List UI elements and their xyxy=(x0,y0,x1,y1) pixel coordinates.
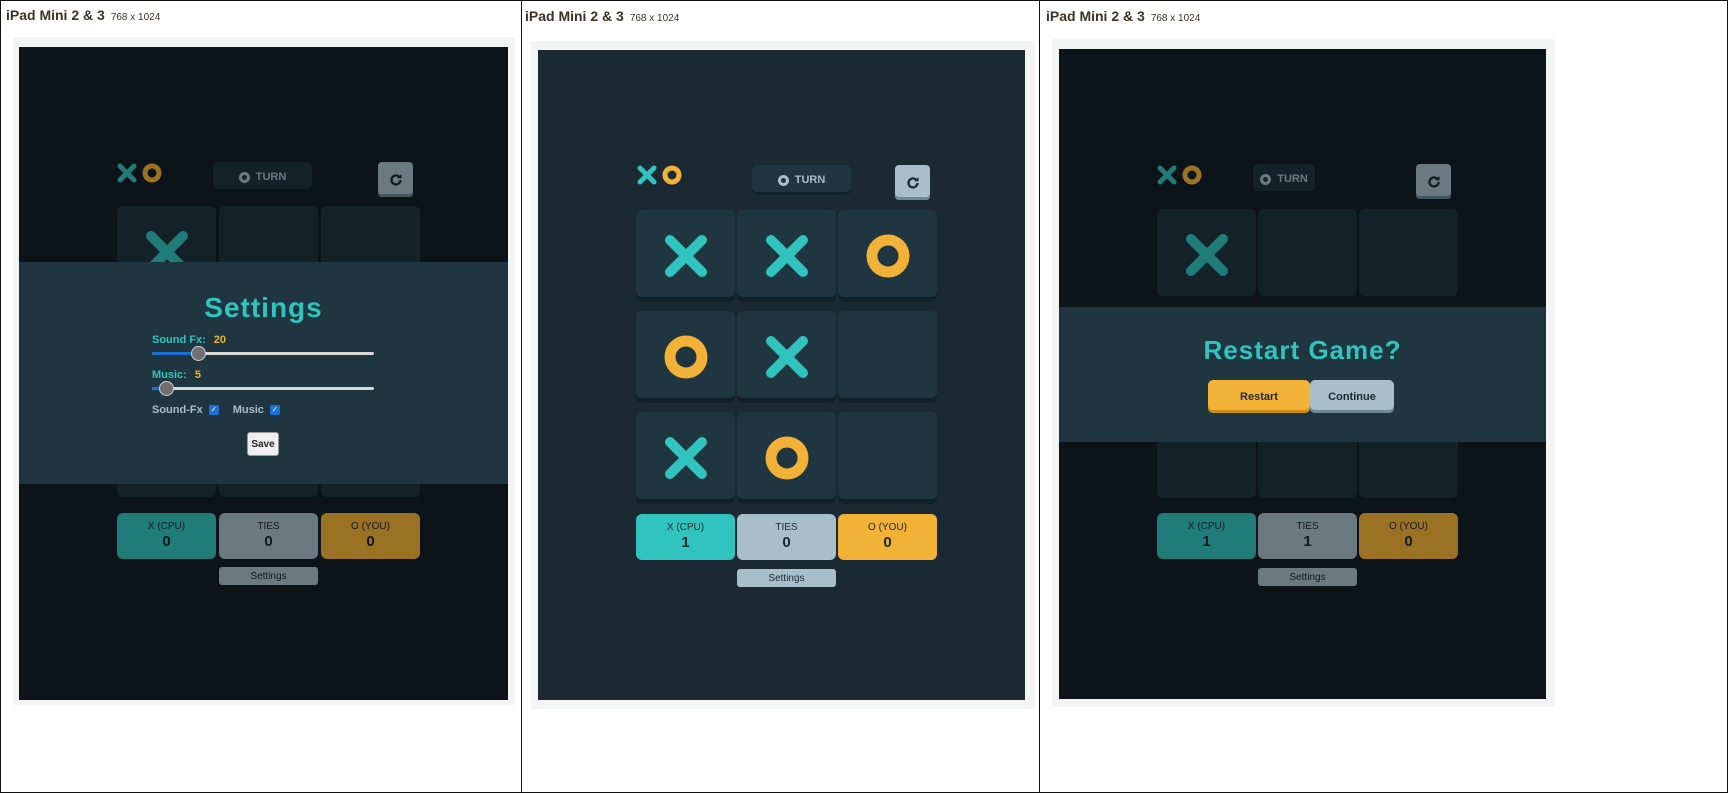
score-label: X (CPU) xyxy=(666,522,705,533)
device-panel-2: iPad Mini 2 & 3 768 x 1024 TURN X (CPU) … xyxy=(521,0,1040,793)
x-mark-icon xyxy=(765,235,808,277)
score-o-you: O (YOU) 0 xyxy=(838,514,937,560)
device-size: 768 x 1024 xyxy=(1150,13,1201,24)
score-ties: TIES 0 xyxy=(737,514,836,560)
o-mark-icon xyxy=(765,436,808,480)
board-cell[interactable] xyxy=(636,311,735,403)
slider-thumb[interactable] xyxy=(191,346,206,361)
score-value: 0 xyxy=(782,534,791,551)
score-label: TIES xyxy=(775,522,798,533)
sound-fx-label: Sound Fx: 20 xyxy=(152,334,226,346)
settings-modal: Settings Sound Fx: 20 Music: 5 Sound-Fx xyxy=(19,262,508,484)
game-screen: TURN X (CPU) 1 TIES 1 O (YOU) 0 Settings… xyxy=(1059,49,1546,699)
device-name: iPad Mini 2 & 3 xyxy=(1046,8,1145,24)
turn-label: TURN xyxy=(794,174,826,186)
board-cell[interactable] xyxy=(737,210,836,302)
device-name: iPad Mini 2 & 3 xyxy=(6,7,105,23)
x-mark-icon xyxy=(664,235,707,277)
music-text: Music: xyxy=(152,369,187,381)
music-checkbox[interactable]: ✓ xyxy=(269,405,280,415)
device-preview-canvas: iPad Mini 2 & 3 768 x 1024 TURN X (CPU) … xyxy=(0,0,1728,793)
board-cell[interactable] xyxy=(737,311,836,403)
sound-fx-slider[interactable] xyxy=(152,346,374,361)
o-turn-icon xyxy=(777,174,789,186)
score-label: O (YOU) xyxy=(868,522,907,533)
device-panel-1: iPad Mini 2 & 3 768 x 1024 TURN X (CPU) … xyxy=(0,0,522,793)
sound-fx-value: 20 xyxy=(213,334,227,346)
board-cell[interactable] xyxy=(838,412,937,504)
xo-logo xyxy=(637,165,682,185)
x-mark-icon xyxy=(765,336,808,378)
score-value: 0 xyxy=(883,534,892,551)
sound-fx-checkbox-label: Sound-Fx xyxy=(152,404,203,416)
game-screen: TURN X (CPU) 0 TIES 0 O (YOU) 0 Settings… xyxy=(19,47,508,700)
restart-modal-title: Restart Game? xyxy=(1203,335,1402,365)
sound-fx-checkbox[interactable]: ✓ xyxy=(208,405,219,415)
music-slider[interactable] xyxy=(152,381,374,396)
score-x-cpu: X (CPU) 1 xyxy=(636,514,735,560)
device-panel-3: iPad Mini 2 & 3 768 x 1024 TURN X (CPU) … xyxy=(1039,0,1728,793)
device-size: 768 x 1024 xyxy=(629,13,680,24)
continue-button[interactable]: Continue xyxy=(1310,380,1394,413)
restart-modal: Restart Game? Restart Continue xyxy=(1059,307,1546,442)
o-mark-icon xyxy=(664,335,707,379)
x-mark-icon xyxy=(664,437,707,479)
restart-button[interactable] xyxy=(895,165,930,200)
o-mark-icon xyxy=(866,234,909,278)
confirm-restart-button[interactable]: Restart xyxy=(1208,380,1310,413)
restart-icon xyxy=(906,176,919,189)
turn-indicator: TURN xyxy=(752,165,851,195)
music-checkbox-label: Music xyxy=(232,404,264,416)
game-screen: TURN X (CPU) 1 TIES 0 O (YOU) 0 Settings xyxy=(538,50,1025,700)
device-label: iPad Mini 2 & 3 768 x 1024 xyxy=(525,8,679,26)
device-name: iPad Mini 2 & 3 xyxy=(525,8,624,24)
save-button[interactable]: Save xyxy=(247,432,279,456)
settings-title: Settings xyxy=(204,292,323,323)
settings-button[interactable]: Settings xyxy=(737,569,836,587)
sound-fx-text: Sound Fx: xyxy=(152,334,206,346)
board-cell[interactable] xyxy=(838,210,937,302)
board-cell[interactable] xyxy=(636,210,735,302)
device-label: iPad Mini 2 & 3 768 x 1024 xyxy=(1046,8,1200,26)
toggle-row: Sound-Fx ✓ Music ✓ xyxy=(152,404,294,416)
music-value: 5 xyxy=(194,369,201,381)
slider-thumb[interactable] xyxy=(159,381,174,396)
device-label: iPad Mini 2 & 3 768 x 1024 xyxy=(6,7,160,25)
board-cell[interactable] xyxy=(737,412,836,504)
board-cell[interactable] xyxy=(636,412,735,504)
device-size: 768 x 1024 xyxy=(110,12,161,23)
music-label: Music: 5 xyxy=(152,369,201,381)
board-cell[interactable] xyxy=(838,311,937,403)
score-value: 1 xyxy=(681,534,690,551)
